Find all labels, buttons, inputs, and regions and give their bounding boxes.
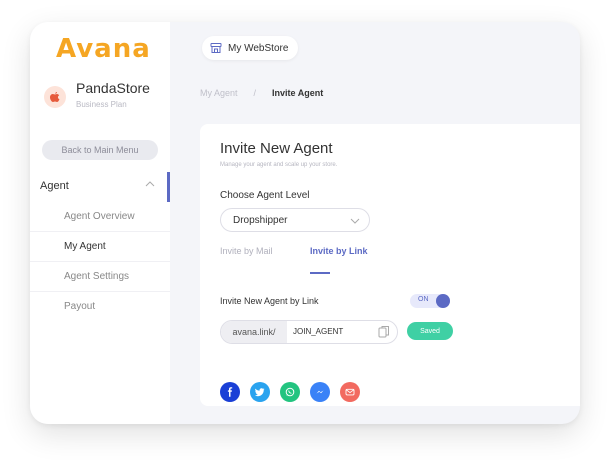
agent-level-select[interactable]: Dropshipper: [220, 208, 370, 232]
sidebar-section-label: Agent: [40, 180, 69, 192]
tab-invite-by-link[interactable]: Invite by Link: [310, 246, 368, 256]
sidebar: Avana PandaStore Business Plan Back to M…: [30, 22, 170, 424]
copy-icon[interactable]: [378, 325, 390, 339]
sidebar-item-label: My Agent: [64, 241, 106, 252]
sidebar-item-my-agent[interactable]: My Agent: [30, 232, 170, 262]
app-window: Avana PandaStore Business Plan Back to M…: [30, 22, 580, 424]
store-name: PandaStore: [76, 80, 150, 96]
sidebar-section-agent[interactable]: Agent: [30, 172, 170, 202]
mail-icon[interactable]: [340, 382, 360, 402]
breadcrumb-separator: /: [253, 88, 257, 98]
toggle-knob: [436, 294, 450, 308]
my-webstore-label: My WebStore: [228, 42, 289, 54]
whatsapp-icon[interactable]: [280, 382, 300, 402]
invite-link-toggle[interactable]: ON: [410, 294, 450, 308]
my-webstore-button[interactable]: My WebStore: [202, 36, 299, 60]
active-section-indicator: [167, 172, 170, 202]
chevron-down-icon: [349, 215, 361, 229]
page-title: Invite New Agent: [220, 140, 333, 157]
invite-agent-card: Invite New Agent Manage your agent and s…: [200, 124, 580, 406]
breadcrumb-parent[interactable]: My Agent: [200, 88, 238, 98]
active-tab-indicator: [310, 272, 330, 274]
agent-level-value: Dropshipper: [233, 215, 288, 226]
facebook-icon[interactable]: [220, 382, 240, 402]
page-subtitle: Manage your agent and scale up your stor…: [220, 162, 338, 168]
saved-button[interactable]: Saved: [407, 322, 453, 340]
sidebar-item-label: Payout: [64, 301, 96, 312]
back-to-main-menu-button[interactable]: Back to Main Menu: [42, 140, 158, 160]
store-icon: [210, 42, 222, 54]
sidebar-item-agent-overview[interactable]: Agent Overview: [30, 202, 170, 232]
store-plan: Business Plan: [76, 100, 127, 109]
tab-invite-by-mail[interactable]: Invite by Mail: [220, 246, 273, 256]
agent-level-label: Choose Agent Level: [220, 190, 310, 201]
twitter-icon[interactable]: [250, 382, 270, 402]
invite-link-field[interactable]: avana.link/ JOIN_AGENT: [220, 320, 398, 344]
sidebar-item-label: Agent Settings: [64, 271, 130, 282]
messenger-icon[interactable]: [310, 382, 330, 402]
toggle-state-label: ON: [418, 296, 429, 303]
invite-by-link-label: Invite New Agent by Link: [220, 296, 319, 306]
store-profile[interactable]: PandaStore Business Plan: [40, 80, 170, 124]
breadcrumb-current: Invite Agent: [272, 88, 324, 98]
brand-logo[interactable]: Avana: [56, 34, 151, 64]
chevron-up-icon: [144, 178, 156, 193]
invite-link-prefix: avana.link/: [221, 321, 287, 343]
sidebar-item-label: Agent Overview: [64, 211, 135, 222]
apple-icon: [44, 86, 66, 108]
sidebar-item-agent-settings[interactable]: Agent Settings: [30, 262, 170, 292]
invite-link-value[interactable]: JOIN_AGENT: [293, 327, 343, 336]
breadcrumb: My Agent / Invite Agent: [200, 88, 323, 98]
sidebar-item-payout[interactable]: Payout: [30, 292, 170, 322]
